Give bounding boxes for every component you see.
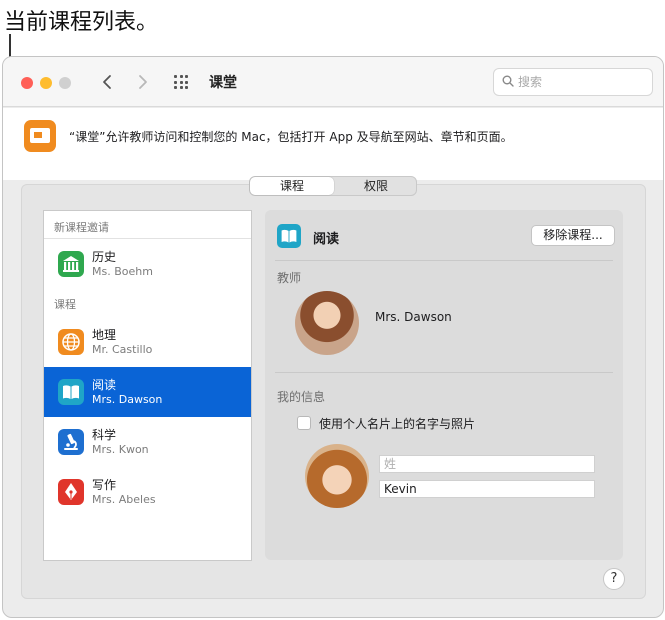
list-item-teacher: Ms. Boehm xyxy=(92,265,153,278)
back-button[interactable] xyxy=(95,69,119,95)
forward-button[interactable] xyxy=(131,69,155,95)
tab-permissions[interactable]: 权限 xyxy=(334,177,418,195)
list-item-teacher: Mrs. Dawson xyxy=(92,393,163,406)
section-label-invites: 新课程邀请 xyxy=(54,221,109,234)
divider xyxy=(275,372,613,373)
last-name-field[interactable]: 姓 xyxy=(379,455,595,473)
callout-title: 当前课程列表。 xyxy=(4,10,159,35)
info-banner: “课堂”允许教师访问和控制您的 Mac，包括打开 App 及导航至网站、章节和页… xyxy=(3,108,663,180)
tab-courses[interactable]: 课程 xyxy=(250,177,334,195)
chevron-left-icon xyxy=(103,75,111,89)
columns-icon xyxy=(58,251,84,277)
pen-nib-icon xyxy=(58,479,84,505)
list-item-title: 地理 xyxy=(92,328,117,342)
student-avatar xyxy=(305,444,369,508)
title-bar: 课堂 xyxy=(3,57,663,107)
search-box[interactable] xyxy=(493,68,653,96)
list-item-title: 历史 xyxy=(92,250,117,264)
minimize-window-button[interactable] xyxy=(40,77,52,89)
close-window-button[interactable] xyxy=(21,77,33,89)
list-item-teacher: Mrs. Abeles xyxy=(92,493,156,506)
teacher-name: Mrs. Dawson xyxy=(375,310,452,324)
book-icon xyxy=(277,224,301,248)
chevron-right-icon xyxy=(139,75,147,89)
teacher-avatar xyxy=(295,291,359,355)
remove-course-button[interactable]: 移除课程... xyxy=(531,225,615,246)
info-text: “课堂”允许教师访问和控制您的 Mac，包括打开 App 及导航至网站、章节和页… xyxy=(69,130,513,144)
course-detail-panel: 阅读 移除课程... 教师 Mrs. Dawson 我的信息 使用个人名片上的名… xyxy=(265,210,623,560)
book-icon xyxy=(58,379,84,405)
list-item-title: 阅读 xyxy=(92,378,117,392)
show-all-grid-icon[interactable] xyxy=(174,75,192,89)
list-item-science[interactable]: 科学 Mrs. Kwon xyxy=(44,417,251,467)
list-item-teacher: Mr. Castillo xyxy=(92,343,153,356)
help-button[interactable]: ? xyxy=(603,568,625,590)
my-info-section-label: 我的信息 xyxy=(277,390,326,404)
list-item-history[interactable]: 历史 Ms. Boehm xyxy=(44,239,251,289)
settings-window: 课堂 “课堂”允许教师访问和控制您的 Mac，包括打开 App 及导航至网站、章… xyxy=(2,56,664,618)
course-title: 阅读 xyxy=(313,232,340,247)
divider xyxy=(275,260,613,261)
first-name-field[interactable]: Kevin xyxy=(379,480,595,498)
list-item-title: 科学 xyxy=(92,428,117,442)
list-item-teacher: Mrs. Kwon xyxy=(92,443,149,456)
zoom-window-button[interactable] xyxy=(59,77,71,89)
use-contact-card-checkbox[interactable] xyxy=(297,416,311,430)
window-title: 课堂 xyxy=(209,75,237,91)
list-item-reading[interactable]: 阅读 Mrs. Dawson xyxy=(44,367,251,417)
use-contact-card-label: 使用个人名片上的名字与照片 xyxy=(319,417,476,431)
tab-bar: 课程 权限 xyxy=(249,176,417,196)
globe-icon xyxy=(58,329,84,355)
teacher-section-label: 教师 xyxy=(277,271,302,285)
search-icon xyxy=(502,75,514,87)
list-item-writing[interactable]: 写作 Mrs. Abeles xyxy=(44,467,251,517)
classroom-app-icon xyxy=(24,120,56,152)
section-label-courses: 课程 xyxy=(54,298,76,311)
list-item-geography[interactable]: 地理 Mr. Castillo xyxy=(44,317,251,367)
search-input[interactable] xyxy=(518,73,646,91)
list-item-title: 写作 xyxy=(92,478,117,492)
course-list: 新课程邀请 历史 Ms. Boehm 课程 地理 Mr. Castillo 阅读… xyxy=(43,210,252,561)
microscope-icon xyxy=(58,429,84,455)
